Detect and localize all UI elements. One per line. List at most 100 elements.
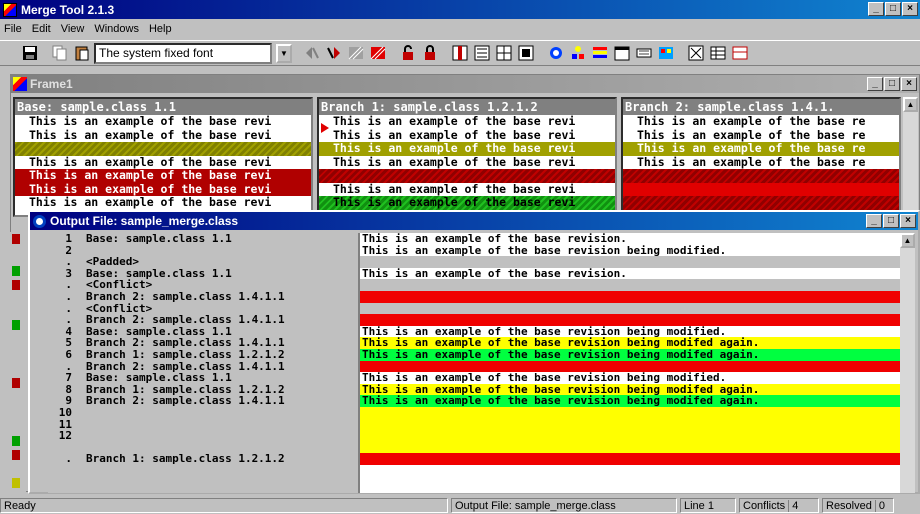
- pane-line[interactable]: This is an example of the base revi: [319, 129, 615, 143]
- output-line[interactable]: This is an example of the base revision …: [360, 244, 900, 257]
- output-row-info: 11: [48, 418, 358, 431]
- marker-conflict[interactable]: [12, 450, 20, 460]
- marker-conflict[interactable]: [12, 280, 20, 290]
- output-line[interactable]: [360, 406, 900, 419]
- font-dropdown-arrow-icon[interactable]: ▼: [276, 43, 292, 63]
- table-icon[interactable]: [708, 43, 728, 63]
- frame-view-icon[interactable]: [516, 43, 536, 63]
- split-window-icon[interactable]: [730, 43, 750, 63]
- frame1-scrollbar[interactable]: ▲: [903, 97, 918, 217]
- source-label: Branch 1: sample.class 1.2.1.2: [86, 452, 285, 466]
- pane-line[interactable]: [623, 169, 899, 183]
- pane-line[interactable]: This is an example of the base revi: [319, 156, 615, 170]
- output-line[interactable]: [360, 441, 900, 454]
- color-bars-icon[interactable]: [590, 43, 610, 63]
- frame1-close-button[interactable]: ×: [901, 77, 917, 91]
- frame1-icon[interactable]: [13, 77, 27, 91]
- pane-line[interactable]: This is an example of the base revi: [319, 196, 615, 210]
- marker-branch2[interactable]: [12, 478, 20, 488]
- pane-line[interactable]: This is an example of the base revi: [15, 182, 311, 196]
- save-icon[interactable]: [20, 43, 40, 63]
- palette-icon[interactable]: [656, 43, 676, 63]
- menu-help[interactable]: Help: [149, 23, 172, 35]
- pane-line[interactable]: This is an example of the base revi: [319, 142, 615, 156]
- minimize-button[interactable]: _: [868, 2, 884, 16]
- frame1-minimize-button[interactable]: _: [867, 77, 883, 91]
- list-view-icon[interactable]: [472, 43, 492, 63]
- color-circle-icon[interactable]: [546, 43, 566, 63]
- output-line[interactable]: [360, 279, 900, 291]
- output-line[interactable]: This is an example of the base revision …: [360, 395, 900, 407]
- menu-edit[interactable]: Edit: [32, 23, 51, 35]
- output-line[interactable]: [360, 302, 900, 315]
- line-number: 7: [65, 371, 72, 385]
- grid-view-icon[interactable]: [494, 43, 514, 63]
- branch1-pane[interactable]: Branch 1: sample.class 1.2.1.2 This is a…: [317, 97, 617, 217]
- line-number: 1: [65, 232, 72, 245]
- pane-line[interactable]: This is an example of the base re: [623, 115, 899, 129]
- pane-line[interactable]: This is an example of the base revi: [15, 196, 311, 210]
- status-resolved: Resolved 0: [822, 498, 894, 513]
- output-line[interactable]: This is an example of the base revision …: [360, 372, 900, 384]
- pane-line[interactable]: [15, 142, 311, 156]
- output-minimize-button[interactable]: _: [866, 214, 882, 228]
- marker-branch1[interactable]: [12, 320, 20, 330]
- pane-line[interactable]: This is an example of the base revi: [15, 156, 311, 170]
- output-line[interactable]: This is an example of the base revision.: [360, 233, 900, 245]
- output-line[interactable]: [360, 418, 900, 431]
- branch2-pane[interactable]: Branch 2: sample.class 1.4.1. This is an…: [621, 97, 901, 217]
- html-icon[interactable]: [634, 43, 654, 63]
- lock-icon[interactable]: [420, 43, 440, 63]
- output-scroll-up-icon[interactable]: ▲: [900, 233, 915, 248]
- frame1-maximize-button[interactable]: □: [884, 77, 900, 91]
- output-line[interactable]: [360, 430, 900, 442]
- hatch-gray-icon[interactable]: [346, 43, 366, 63]
- marker-branch1[interactable]: [12, 266, 20, 276]
- output-line[interactable]: This is an example of the base revision.: [360, 268, 900, 280]
- frame1-title: Frame1: [30, 77, 73, 91]
- pane-line[interactable]: [623, 182, 899, 196]
- base-pane[interactable]: Base: sample.class 1.1 This is an exampl…: [13, 97, 313, 217]
- output-line[interactable]: [360, 314, 900, 326]
- window-icon[interactable]: [686, 43, 706, 63]
- marker-conflict[interactable]: [12, 378, 20, 388]
- calendar-icon[interactable]: [612, 43, 632, 63]
- pane-line[interactable]: [623, 196, 899, 210]
- prev-diff-icon[interactable]: [302, 43, 322, 63]
- pane-line[interactable]: [319, 169, 615, 183]
- pane-line[interactable]: This is an example of the base revi: [15, 129, 311, 143]
- output-close-button[interactable]: ×: [900, 214, 916, 228]
- merge-app-icon[interactable]: [3, 2, 17, 17]
- pane-line[interactable]: This is an example of the base revi: [15, 169, 311, 183]
- close-button[interactable]: ×: [902, 2, 918, 16]
- unlock-icon[interactable]: [398, 43, 418, 63]
- pane-line[interactable]: This is an example of the base revi: [15, 115, 311, 129]
- output-line[interactable]: This is an example of the base revision …: [360, 349, 900, 361]
- line-number: 6: [65, 347, 72, 361]
- paste-icon[interactable]: [72, 43, 92, 63]
- pane-line[interactable]: This is an example of the base revi: [319, 115, 615, 129]
- shapes-icon[interactable]: [568, 43, 588, 63]
- menu-windows[interactable]: Windows: [94, 23, 139, 35]
- maximize-button[interactable]: □: [885, 2, 901, 16]
- pane-line[interactable]: This is an example of the base re: [623, 142, 899, 156]
- column-view-icon[interactable]: [450, 43, 470, 63]
- marker-branch1[interactable]: [12, 436, 20, 446]
- copy-icon[interactable]: [50, 43, 70, 63]
- output-line[interactable]: [360, 290, 900, 303]
- scroll-up-icon[interactable]: ▲: [903, 97, 918, 112]
- output-window-icon[interactable]: [33, 214, 46, 228]
- menu-file[interactable]: File: [4, 23, 22, 35]
- output-text-area[interactable]: This is an example of the base revision.…: [358, 233, 900, 493]
- pane-line[interactable]: This is an example of the base re: [623, 129, 899, 143]
- hatch-red-icon[interactable]: [368, 43, 388, 63]
- output-maximize-button[interactable]: □: [883, 214, 899, 228]
- next-diff-icon[interactable]: [324, 43, 344, 63]
- pane-line[interactable]: This is an example of the base re: [623, 156, 899, 170]
- font-select[interactable]: The system fixed font: [94, 42, 272, 64]
- output-scrollbar[interactable]: ▲: [900, 233, 915, 493]
- menu-view[interactable]: View: [61, 23, 85, 35]
- pane-line[interactable]: This is an example of the base revi: [319, 183, 615, 197]
- output-line[interactable]: [360, 453, 900, 465]
- marker-conflict[interactable]: [12, 234, 20, 244]
